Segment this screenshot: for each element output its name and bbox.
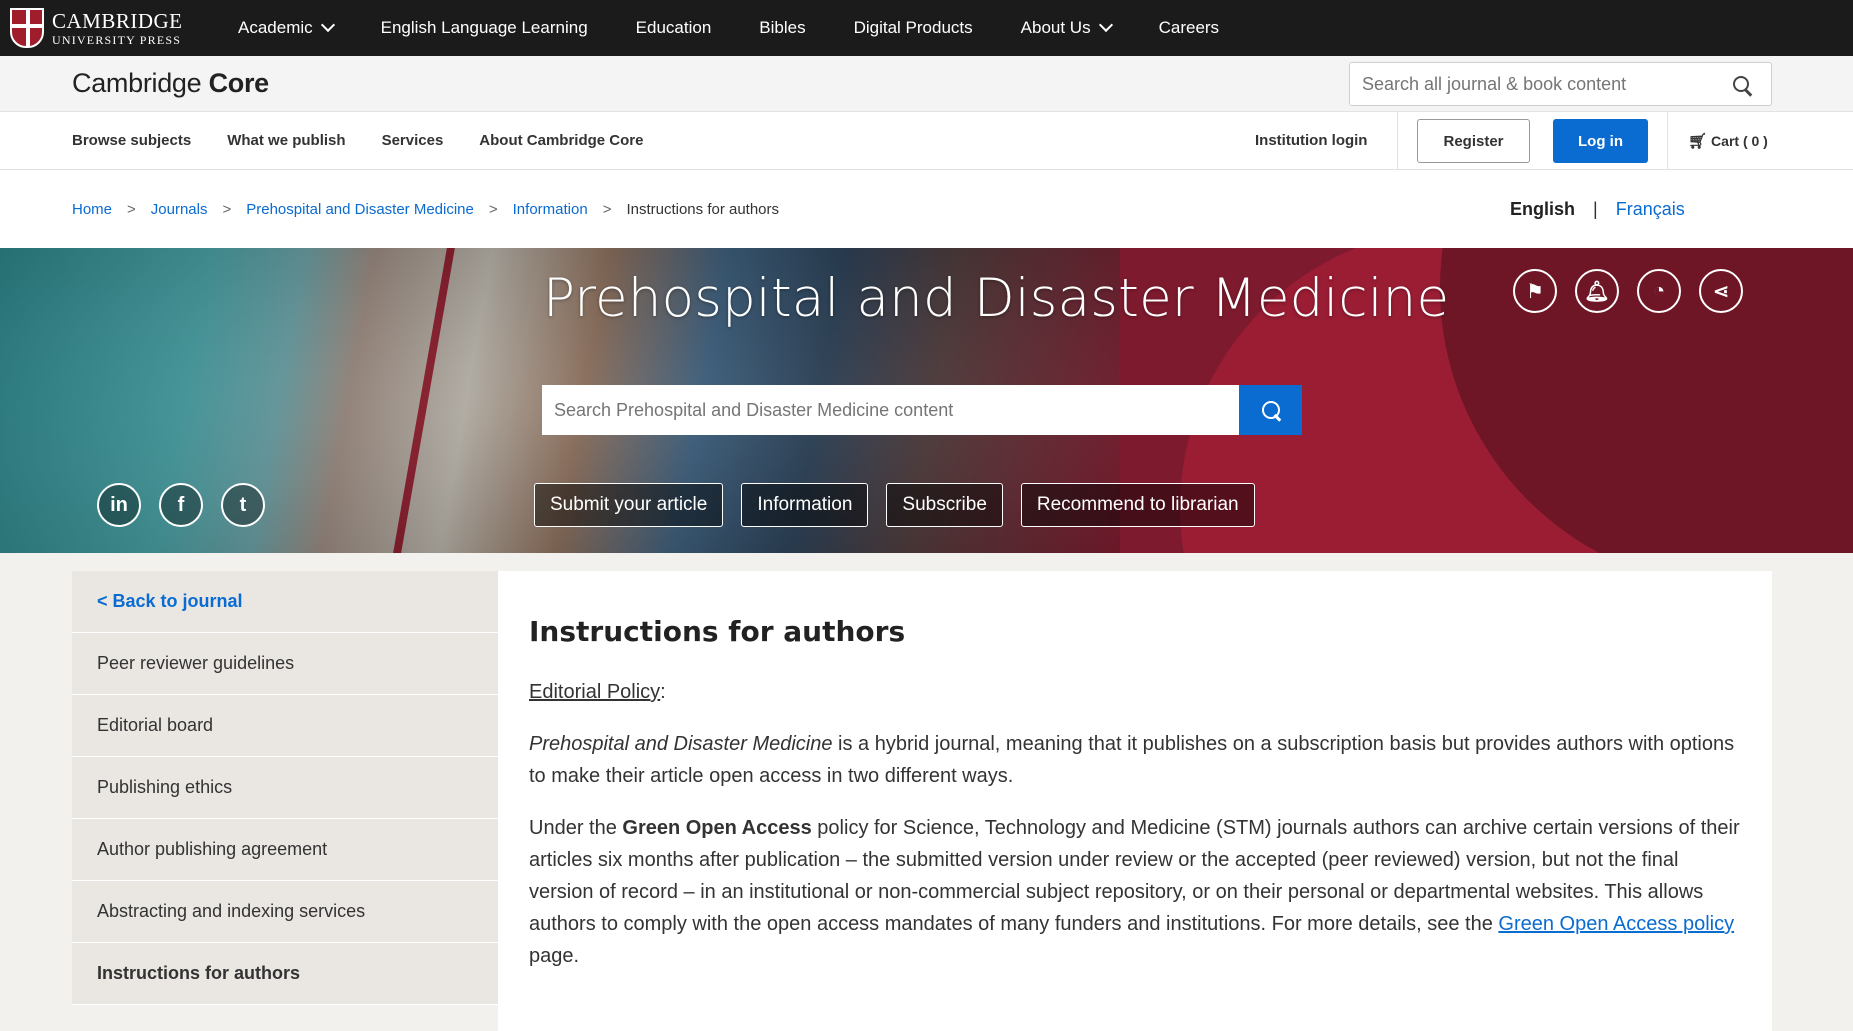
divider (1667, 112, 1668, 170)
nav-services[interactable]: Services (382, 132, 444, 149)
top-nav: Academic English Language Learning Educa… (238, 17, 1267, 38)
topnav-academic[interactable]: Academic (238, 17, 335, 38)
global-search-input[interactable] (1350, 73, 1710, 95)
journal-search-input[interactable] (542, 385, 1239, 435)
global-search (1349, 62, 1772, 106)
rss-icon[interactable]: ◔ (1637, 269, 1681, 313)
breadcrumb-separator: > (488, 200, 498, 218)
language-french[interactable]: Français (1616, 199, 1685, 220)
journal-title: Prehospital and Disaster Medicine (543, 268, 1450, 329)
institution-login-link[interactable]: Institution login (1255, 132, 1367, 149)
cambridge-core-logo[interactable]: Cambridge Core (72, 68, 269, 99)
journal-search-button[interactable] (1239, 385, 1302, 435)
topnav-english-language-learning[interactable]: English Language Learning (381, 18, 588, 38)
back-to-journal-link[interactable]: < Back to journal (72, 571, 498, 633)
journal-name-italic: Prehospital and Disaster Medicine (529, 733, 833, 755)
breadcrumb-separator: > (127, 200, 136, 218)
journal-search (542, 385, 1302, 435)
core-header: Cambridge Core (0, 56, 1853, 112)
main-article: Instructions for authors Editorial Polic… (498, 571, 1772, 1031)
cart-label: Cart ( 0 ) (1711, 132, 1768, 149)
share-icon[interactable]: ⋖ (1699, 269, 1743, 313)
chevron-down-icon (1098, 17, 1113, 33)
language-separator: | (1593, 198, 1598, 219)
sidebar-item-instructions-for-authors[interactable]: Instructions for authors (72, 943, 498, 1005)
sidebar: < Back to journal Peer reviewer guidelin… (72, 571, 498, 1005)
breadcrumb-separator: > (222, 200, 232, 218)
register-button[interactable]: Register (1417, 119, 1530, 163)
bell-icon[interactable]: 🔔︎ (1575, 269, 1619, 313)
language-switcher: English | Français (1510, 199, 1685, 220)
sidebar-item-editorial-board[interactable]: Editorial board (72, 695, 498, 757)
facebook-icon[interactable]: f (159, 483, 203, 527)
logo-line-1: CAMBRIDGE (52, 8, 183, 33)
breadcrumb-current: Instructions for authors (626, 200, 780, 218)
journal-actions: Submit your article Information Subscrib… (534, 483, 1255, 527)
information-button[interactable]: Information (741, 483, 869, 527)
green-oa-paragraph: Under the Green Open Access policy for S… (529, 812, 1742, 972)
nav-about-cambridge-core[interactable]: About Cambridge Core (479, 132, 643, 149)
nav-browse-subjects[interactable]: Browse subjects (72, 132, 191, 149)
cambridge-shield-icon (10, 8, 44, 48)
topnav-careers[interactable]: Careers (1159, 18, 1219, 38)
policy-label-paragraph: Editorial Policy: (529, 676, 1742, 708)
logo-line-2: UNIVERSITY PRESS (52, 32, 182, 47)
topnav-about-us[interactable]: About Us (1021, 17, 1113, 38)
divider (1397, 112, 1398, 170)
search-icon (1261, 401, 1280, 419)
breadcrumb: Home > Journals > Prehospital and Disast… (72, 201, 779, 218)
breadcrumb-journal[interactable]: Prehospital and Disaster Medicine (246, 201, 474, 218)
search-icon[interactable] (1733, 76, 1749, 92)
green-oa-text: Under the (529, 817, 623, 839)
topnav-digital-products[interactable]: Digital Products (854, 18, 973, 38)
policy-colon: : (660, 681, 666, 703)
breadcrumb-bar: Home > Journals > Prehospital and Disast… (0, 170, 1853, 248)
journal-banner: Prehospital and Disaster Medicine ⚑ 🔔︎ ◔… (0, 248, 1853, 553)
language-english[interactable]: English (1510, 199, 1575, 220)
green-oa-bold: Green Open Access (622, 817, 812, 839)
chevron-down-icon (320, 17, 335, 33)
breadcrumb-journals[interactable]: Journals (151, 201, 208, 218)
cart-icon: 🛒︎ (1688, 132, 1708, 150)
breadcrumb-home[interactable]: Home (72, 201, 112, 218)
recommend-to-librarian-button[interactable]: Recommend to librarian (1020, 483, 1255, 527)
cart-link[interactable]: 🛒︎ Cart ( 0 ) (1688, 132, 1768, 150)
page-title: Instructions for authors (529, 615, 906, 648)
cambridge-university-press-logo[interactable]: CAMBRIDGE UNIVERSITY PRESS (10, 8, 200, 48)
sidebar-item-publishing-ethics[interactable]: Publishing ethics (72, 757, 498, 819)
intro-paragraph: Prehospital and Disaster Medicine is a h… (529, 728, 1742, 792)
topnav-bibles[interactable]: Bibles (759, 18, 805, 38)
secondary-nav: Browse subjects What we publish Services… (0, 112, 1853, 170)
linkedin-icon[interactable]: in (97, 483, 141, 527)
topnav-education[interactable]: Education (636, 18, 712, 38)
sidebar-item-author-publishing-agreement[interactable]: Author publishing agreement (72, 819, 498, 881)
sidebar-item-abstracting-indexing[interactable]: Abstracting and indexing services (72, 881, 498, 943)
login-button[interactable]: Log in (1553, 119, 1648, 163)
editorial-policy-label: Editorial Policy (529, 681, 661, 703)
social-links: in f t (97, 483, 265, 527)
green-oa-policy-link[interactable]: Green Open Access policy (1498, 913, 1734, 935)
breadcrumb-separator: > (602, 200, 612, 218)
subscribe-button[interactable]: Subscribe (886, 483, 1003, 527)
breadcrumb-information[interactable]: Information (513, 201, 588, 218)
twitter-icon[interactable]: t (221, 483, 265, 527)
sidebar-item-peer-reviewer-guidelines[interactable]: Peer reviewer guidelines (72, 633, 498, 695)
journal-tools: ⚑ 🔔︎ ◔ ⋖ (1513, 269, 1743, 313)
top-bar: CAMBRIDGE UNIVERSITY PRESS Academic Engl… (0, 0, 1853, 56)
bookmark-icon[interactable]: ⚑ (1513, 269, 1557, 313)
content-area: < Back to journal Peer reviewer guidelin… (0, 553, 1853, 1031)
green-oa-text: page. (529, 945, 580, 967)
nav-what-we-publish[interactable]: What we publish (227, 132, 345, 149)
submit-article-button[interactable]: Submit your article (534, 483, 724, 527)
